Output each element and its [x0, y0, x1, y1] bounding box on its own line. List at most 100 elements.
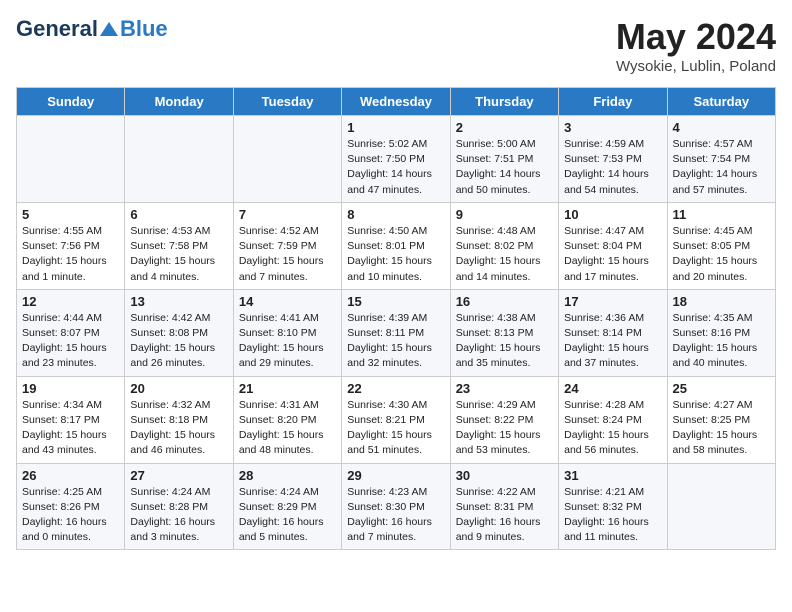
day-info: Sunrise: 4:34 AM Sunset: 8:17 PM Dayligh…: [22, 398, 119, 459]
day-info: Sunrise: 4:47 AM Sunset: 8:04 PM Dayligh…: [564, 224, 661, 285]
day-number: 26: [22, 468, 119, 483]
title-block: May 2024 Wysokie, Lublin, Poland: [616, 16, 776, 75]
day-info: Sunrise: 5:00 AM Sunset: 7:51 PM Dayligh…: [456, 137, 553, 198]
day-number: 4: [673, 120, 770, 135]
calendar-week-row: 19 Sunrise: 4:34 AM Sunset: 8:17 PM Dayli…: [17, 376, 776, 463]
calendar-day-cell: 12Sunrise: 4:44 AM Sunset: 8:07 PM Dayli…: [17, 289, 125, 376]
day-info: Sunrise: 4:57 AM Sunset: 7:54 PM Dayligh…: [673, 137, 770, 198]
month-year: May 2024: [616, 16, 776, 58]
day-number: 1: [347, 120, 444, 135]
day-of-week-header: Friday: [559, 88, 667, 116]
day-info: Sunrise: 4:35 AM Sunset: 8:16 PM Dayligh…: [673, 311, 770, 372]
calendar-day-cell: 25Sunrise: 4:27 AM Sunset: 8:25 PM Dayli…: [667, 376, 775, 463]
day-number: 15: [347, 294, 444, 309]
calendar-header-row: SundayMondayTuesdayWednesdayThursdayFrid…: [17, 88, 776, 116]
logo: General Blue: [16, 16, 168, 42]
day-number: 6: [130, 207, 227, 222]
calendar-day-cell: [667, 463, 775, 550]
day-info: Sunrise: 4:27 AM Sunset: 8:25 PM Dayligh…: [673, 398, 770, 459]
calendar-day-cell: 26Sunrise: 4:25 AM Sunset: 8:26 PM Dayli…: [17, 463, 125, 550]
day-number: 14: [239, 294, 336, 309]
calendar-day-cell: [17, 116, 125, 203]
calendar-day-cell: 8Sunrise: 4:50 AM Sunset: 8:01 PM Daylig…: [342, 202, 450, 289]
calendar-table: SundayMondayTuesdayWednesdayThursdayFrid…: [16, 87, 776, 550]
day-info: Sunrise: 4:52 AM Sunset: 7:59 PM Dayligh…: [239, 224, 336, 285]
day-number: 24: [564, 381, 661, 396]
day-number: 18: [673, 294, 770, 309]
day-of-week-header: Thursday: [450, 88, 558, 116]
day-number: 19: [22, 381, 119, 396]
calendar-day-cell: 9 Sunrise: 4:48 AM Sunset: 8:02 PM Daylig…: [450, 202, 558, 289]
day-of-week-header: Saturday: [667, 88, 775, 116]
calendar-day-cell: 18 Sunrise: 4:35 AM Sunset: 8:16 PM Dayli…: [667, 289, 775, 376]
calendar-day-cell: [233, 116, 341, 203]
day-info: Sunrise: 4:45 AM Sunset: 8:05 PM Dayligh…: [673, 224, 770, 285]
calendar-day-cell: 11 Sunrise: 4:45 AM Sunset: 8:05 PM Dayli…: [667, 202, 775, 289]
day-of-week-header: Monday: [125, 88, 233, 116]
calendar-day-cell: 5 Sunrise: 4:55 AM Sunset: 7:56 PM Daylig…: [17, 202, 125, 289]
day-info: Sunrise: 4:30 AM Sunset: 8:21 PM Dayligh…: [347, 398, 444, 459]
day-number: 11: [673, 207, 770, 222]
day-number: 17: [564, 294, 661, 309]
calendar-day-cell: 19 Sunrise: 4:34 AM Sunset: 8:17 PM Dayli…: [17, 376, 125, 463]
day-number: 30: [456, 468, 553, 483]
calendar-day-cell: 14Sunrise: 4:41 AM Sunset: 8:10 PM Dayli…: [233, 289, 341, 376]
calendar-day-cell: 6 Sunrise: 4:53 AM Sunset: 7:58 PM Daylig…: [125, 202, 233, 289]
day-number: 27: [130, 468, 227, 483]
day-info: Sunrise: 4:53 AM Sunset: 7:58 PM Dayligh…: [130, 224, 227, 285]
calendar-day-cell: 7 Sunrise: 4:52 AM Sunset: 7:59 PM Daylig…: [233, 202, 341, 289]
day-info: Sunrise: 4:39 AM Sunset: 8:11 PM Dayligh…: [347, 311, 444, 372]
calendar-day-cell: 20 Sunrise: 4:32 AM Sunset: 8:18 PM Dayli…: [125, 376, 233, 463]
calendar-day-cell: 4 Sunrise: 4:57 AM Sunset: 7:54 PM Daylig…: [667, 116, 775, 203]
day-info: Sunrise: 4:23 AM Sunset: 8:30 PM Dayligh…: [347, 485, 444, 546]
day-number: 9: [456, 207, 553, 222]
calendar-day-cell: 17 Sunrise: 4:36 AM Sunset: 8:14 PM Dayli…: [559, 289, 667, 376]
page-header: General Blue May 2024 Wysokie, Lublin, P…: [16, 16, 776, 75]
day-number: 28: [239, 468, 336, 483]
day-number: 5: [22, 207, 119, 222]
day-info: Sunrise: 4:31 AM Sunset: 8:20 PM Dayligh…: [239, 398, 336, 459]
day-info: Sunrise: 4:48 AM Sunset: 8:02 PM Dayligh…: [456, 224, 553, 285]
day-number: 3: [564, 120, 661, 135]
day-info: Sunrise: 4:24 AM Sunset: 8:29 PM Dayligh…: [239, 485, 336, 546]
day-info: Sunrise: 4:21 AM Sunset: 8:32 PM Dayligh…: [564, 485, 661, 546]
calendar-day-cell: 2 Sunrise: 5:00 AM Sunset: 7:51 PM Daylig…: [450, 116, 558, 203]
day-number: 29: [347, 468, 444, 483]
calendar-day-cell: 29 Sunrise: 4:23 AM Sunset: 8:30 PM Dayli…: [342, 463, 450, 550]
logo-general-text: General: [16, 16, 98, 42]
day-info: Sunrise: 4:36 AM Sunset: 8:14 PM Dayligh…: [564, 311, 661, 372]
day-of-week-header: Sunday: [17, 88, 125, 116]
day-number: 10: [564, 207, 661, 222]
calendar-day-cell: 21Sunrise: 4:31 AM Sunset: 8:20 PM Dayli…: [233, 376, 341, 463]
day-of-week-header: Wednesday: [342, 88, 450, 116]
calendar-day-cell: 13Sunrise: 4:42 AM Sunset: 8:08 PM Dayli…: [125, 289, 233, 376]
day-number: 2: [456, 120, 553, 135]
day-info: Sunrise: 4:55 AM Sunset: 7:56 PM Dayligh…: [22, 224, 119, 285]
day-number: 31: [564, 468, 661, 483]
calendar-day-cell: [125, 116, 233, 203]
day-number: 20: [130, 381, 227, 396]
calendar-week-row: 26Sunrise: 4:25 AM Sunset: 8:26 PM Dayli…: [17, 463, 776, 550]
calendar-day-cell: 24Sunrise: 4:28 AM Sunset: 8:24 PM Dayli…: [559, 376, 667, 463]
day-info: Sunrise: 4:22 AM Sunset: 8:31 PM Dayligh…: [456, 485, 553, 546]
day-info: Sunrise: 4:44 AM Sunset: 8:07 PM Dayligh…: [22, 311, 119, 372]
day-of-week-header: Tuesday: [233, 88, 341, 116]
logo-text: General Blue: [16, 16, 168, 42]
calendar-day-cell: 3Sunrise: 4:59 AM Sunset: 7:53 PM Daylig…: [559, 116, 667, 203]
day-info: Sunrise: 4:32 AM Sunset: 8:18 PM Dayligh…: [130, 398, 227, 459]
location: Wysokie, Lublin, Poland: [616, 58, 776, 75]
logo-triangle-icon: [100, 22, 118, 36]
day-number: 16: [456, 294, 553, 309]
calendar-day-cell: 27Sunrise: 4:24 AM Sunset: 8:28 PM Dayli…: [125, 463, 233, 550]
calendar-day-cell: 16 Sunrise: 4:38 AM Sunset: 8:13 PM Dayli…: [450, 289, 558, 376]
calendar-day-cell: 1Sunrise: 5:02 AM Sunset: 7:50 PM Daylig…: [342, 116, 450, 203]
day-info: Sunrise: 4:38 AM Sunset: 8:13 PM Dayligh…: [456, 311, 553, 372]
day-number: 7: [239, 207, 336, 222]
day-number: 23: [456, 381, 553, 396]
calendar-week-row: 5 Sunrise: 4:55 AM Sunset: 7:56 PM Daylig…: [17, 202, 776, 289]
day-number: 13: [130, 294, 227, 309]
calendar-day-cell: 10 Sunrise: 4:47 AM Sunset: 8:04 PM Dayli…: [559, 202, 667, 289]
day-number: 8: [347, 207, 444, 222]
calendar-day-cell: 30 Sunrise: 4:22 AM Sunset: 8:31 PM Dayli…: [450, 463, 558, 550]
calendar-day-cell: 23Sunrise: 4:29 AM Sunset: 8:22 PM Dayli…: [450, 376, 558, 463]
